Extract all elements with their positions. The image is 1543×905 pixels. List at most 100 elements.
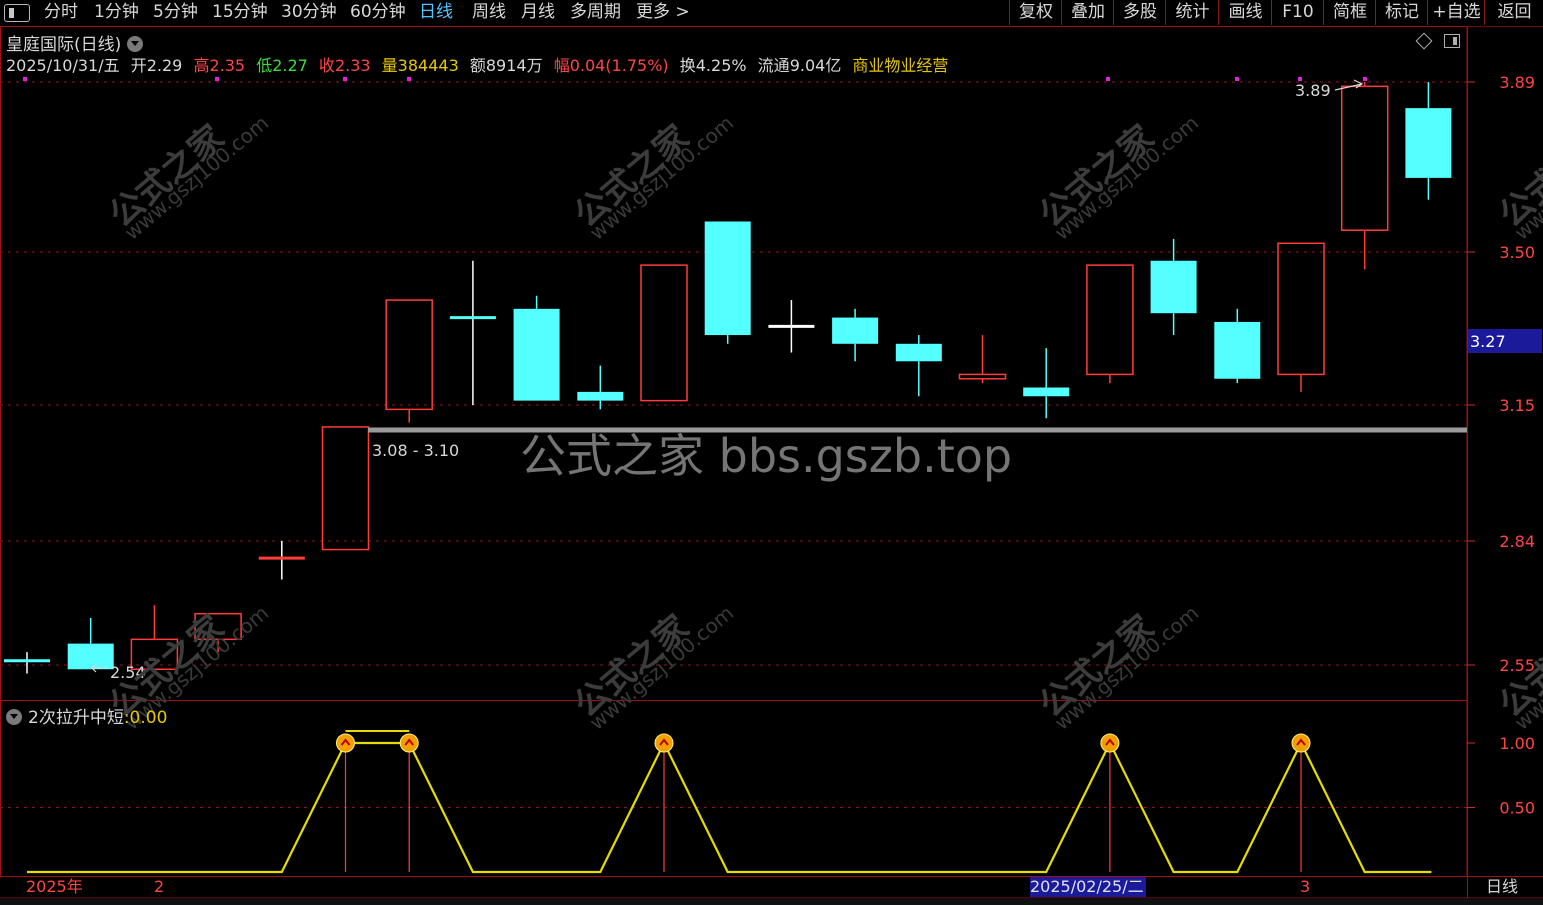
toolbar: 分时 1分钟 5分钟 15分钟 30分钟 60分钟 日线 周线 月线 多周期 更多 > 复权 叠加 多股… bbox=[0, 0, 1543, 27]
price-tick-label: 3.50 bbox=[1499, 243, 1535, 262]
tab-7[interactable]: 周线 bbox=[472, 0, 506, 25]
price-tick-label: 2.84 bbox=[1499, 532, 1535, 551]
toolbar-button-3[interactable]: 统计 bbox=[1165, 0, 1219, 25]
signal-dot bbox=[1106, 77, 1110, 81]
quote-info: 2025/10/31/五 开2.29 高2.35 低2.27 收2.33 量38… bbox=[6, 52, 948, 75]
tab-2[interactable]: 5分钟 bbox=[153, 0, 198, 25]
tab-9[interactable]: 多周期 bbox=[570, 0, 621, 25]
sector-label[interactable]: 商业物业经营 bbox=[852, 56, 948, 75]
signal-icon bbox=[399, 733, 419, 753]
toolbar-button-8[interactable]: +自选 bbox=[1427, 0, 1485, 25]
close-label: 收 bbox=[318, 56, 335, 75]
quote-date: 2025/10/31/五 bbox=[6, 56, 120, 75]
high-label: 高 bbox=[193, 56, 210, 75]
toolbar-button-7[interactable]: 标记 bbox=[1375, 0, 1428, 25]
candle-body bbox=[1405, 108, 1452, 178]
low-value: 2.27 bbox=[272, 56, 308, 75]
close-value: 2.33 bbox=[334, 56, 371, 75]
high-marker-arrow bbox=[1334, 79, 1364, 91]
open-label: 开 bbox=[130, 56, 147, 75]
signal-arrow bbox=[659, 738, 669, 746]
candle-body bbox=[1214, 321, 1261, 379]
signal-arrow bbox=[404, 738, 414, 746]
signal-icon bbox=[1291, 733, 1311, 753]
watermark-stamp: 公式之家 www.gszj100.com bbox=[566, 110, 739, 245]
float-label: 流通 bbox=[757, 56, 790, 75]
signal-dot bbox=[23, 77, 27, 81]
tab-6[interactable]: 日线 bbox=[419, 0, 453, 25]
tab-10[interactable]: 更多 > bbox=[636, 0, 690, 25]
low-marker-arrow bbox=[91, 663, 108, 673]
year-label: 2025年 bbox=[26, 877, 83, 896]
amount-label: 额 bbox=[469, 56, 486, 75]
signal-arrow bbox=[1296, 738, 1306, 746]
candle-body bbox=[1023, 387, 1070, 397]
toolbar-button-2[interactable]: 多股 bbox=[1113, 0, 1166, 25]
candle-body bbox=[640, 264, 688, 402]
candle-body bbox=[1150, 260, 1197, 314]
candle-body bbox=[321, 426, 370, 551]
turnover-value: 4.25% bbox=[695, 56, 747, 75]
tab-0[interactable]: 分时 bbox=[44, 0, 78, 25]
price-axis: 3.893.503.152.842.553.27 bbox=[1467, 73, 1542, 675]
high-marker-label: 3.89 bbox=[1295, 81, 1331, 100]
tab-8[interactable]: 月线 bbox=[521, 0, 555, 25]
candle-body bbox=[895, 343, 942, 362]
indicator-tick-label: 0.50 bbox=[1499, 799, 1535, 818]
signal-icon bbox=[1100, 733, 1120, 753]
turnover-label: 换 bbox=[679, 56, 696, 75]
candle-body bbox=[577, 391, 624, 401]
signal-dot bbox=[1235, 77, 1239, 81]
toolbar-button-1[interactable]: 叠加 bbox=[1061, 0, 1114, 25]
toolbar-button-6[interactable]: 简框 bbox=[1323, 0, 1376, 25]
open-value: 2.29 bbox=[146, 56, 183, 75]
indicator-line bbox=[27, 740, 1432, 874]
volume-value: 384443 bbox=[397, 56, 459, 75]
month-label-mar: 3 bbox=[1300, 877, 1311, 896]
change-value: 0.04(1.75%) bbox=[569, 56, 669, 75]
watermark-stamp: 公式之家 www.gszj100.com bbox=[1491, 110, 1543, 245]
diamond-icon[interactable] bbox=[1415, 32, 1433, 50]
toolbar-button-4[interactable]: 画线 bbox=[1218, 0, 1272, 25]
signal-icon bbox=[336, 733, 355, 753]
candle-body bbox=[385, 299, 433, 411]
indicator-collapse-icon[interactable] bbox=[6, 709, 22, 725]
signal-arrow bbox=[340, 738, 351, 746]
toolbar-button-5[interactable]: F10 bbox=[1271, 0, 1324, 25]
tab-1[interactable]: 1分钟 bbox=[94, 0, 139, 25]
tab-3[interactable]: 15分钟 bbox=[212, 0, 268, 25]
indicator-tick-label: 1.00 bbox=[1499, 734, 1535, 753]
change-label: 幅 bbox=[553, 56, 570, 75]
tab-5[interactable]: 60分钟 bbox=[350, 0, 406, 25]
layout-icon[interactable] bbox=[1444, 34, 1460, 48]
amount-value: 8914万 bbox=[485, 56, 543, 75]
signal-dot bbox=[343, 77, 347, 81]
low-label: 低 bbox=[256, 56, 273, 75]
signal-dot bbox=[407, 77, 411, 81]
indicator-name: 2次拉升中短 bbox=[28, 708, 124, 728]
float-value: 9.04亿 bbox=[789, 56, 842, 75]
indicator-frame bbox=[0, 700, 1468, 877]
signal-dot bbox=[215, 77, 219, 81]
collapse-icon[interactable] bbox=[127, 36, 144, 52]
signal-icon bbox=[654, 733, 674, 753]
tab-4[interactable]: 30分钟 bbox=[281, 0, 337, 25]
toolbar-button-0[interactable]: 复权 bbox=[1009, 0, 1062, 25]
date-bar: 2025年 2 2025/02/25/二 3 日线 bbox=[0, 876, 1543, 898]
candle-body bbox=[704, 221, 751, 336]
candle-body bbox=[1340, 85, 1389, 231]
period-label: 日线 bbox=[1486, 877, 1519, 896]
menu-icon[interactable] bbox=[4, 4, 30, 22]
indicator-layer: 1.00 0.50 bbox=[0, 730, 1535, 874]
current-price-box bbox=[1468, 329, 1542, 353]
price-tick-label: 3.15 bbox=[1499, 396, 1535, 415]
month-label-feb: 2 bbox=[154, 877, 165, 896]
toolbar-button-9[interactable]: 返回 bbox=[1484, 0, 1543, 25]
price-tick-label: 3.89 bbox=[1499, 73, 1535, 92]
status-strip bbox=[0, 898, 1543, 905]
watermark-stamp: 公式之家 www.gszj100.com bbox=[1031, 600, 1204, 735]
high-value: 2.35 bbox=[209, 56, 246, 75]
indicator-label: 2次拉升中短:0.00 bbox=[6, 703, 167, 728]
stock-title: 皇庭国际(日线) bbox=[6, 30, 144, 55]
candle-body bbox=[1086, 264, 1134, 376]
